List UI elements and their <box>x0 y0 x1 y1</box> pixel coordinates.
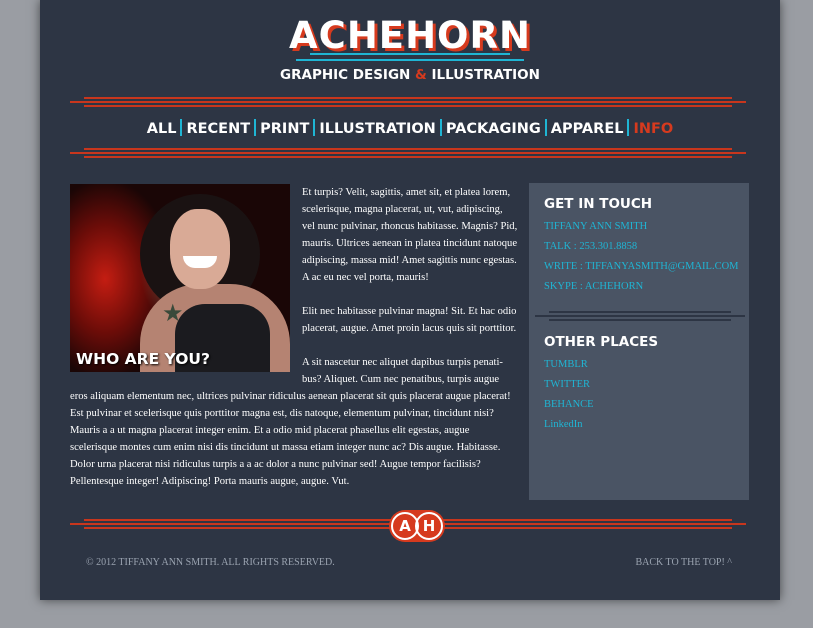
nav-item-info[interactable]: INFO <box>633 121 673 137</box>
profile-photo: ★ WHO ARE YOU? <box>70 184 290 372</box>
photo-face <box>170 209 230 289</box>
nav-item-recent[interactable]: RECENT <box>186 121 250 137</box>
sidebar-divider <box>549 311 731 313</box>
nav-item-apparel[interactable]: APPAREL <box>551 121 624 137</box>
logo-rule-bottom <box>296 59 524 61</box>
divider-line <box>84 97 732 99</box>
sidebar-divider <box>535 315 745 317</box>
contact-phone[interactable]: TALK : 253.301.8858 <box>544 241 637 252</box>
badge-letter-h: H <box>415 512 443 540</box>
contact-sidebar: GET IN TOUCH TIFFANY ANN SMITH TALK : 25… <box>529 183 749 500</box>
contact-skype[interactable]: SKYPE : ACHEHORN <box>544 281 643 292</box>
site-tagline: GRAPHIC DESIGN & ILLUSTRATION <box>40 67 780 83</box>
nav-item-illustration[interactable]: ILLUSTRATION <box>319 121 435 137</box>
divider-line <box>84 148 732 150</box>
photo-caption: WHO ARE YOU? <box>76 350 210 368</box>
tagline-part-2: ILLUSTRATION <box>426 67 540 83</box>
about-paragraph: A sit nascetur nec aliquet dapibus turpi… <box>70 357 511 487</box>
divider-line <box>84 105 732 107</box>
site-logo[interactable]: ACHEHORN <box>40 14 780 57</box>
nav-separator <box>313 119 316 136</box>
divider-line <box>70 152 746 154</box>
nav-item-all[interactable]: ALL <box>147 121 177 137</box>
contact-name[interactable]: TIFFANY ANN SMITH <box>544 221 647 232</box>
contact-email[interactable]: WRITE : TIFFANYASMITH@GMAIL.COM <box>544 261 739 272</box>
contact-heading: GET IN TOUCH <box>544 196 653 212</box>
ah-logo-badge[interactable]: A H <box>389 510 445 542</box>
nav-separator <box>627 119 630 136</box>
star-tattoo-icon: ★ <box>162 301 184 327</box>
sidebar-divider <box>549 319 731 321</box>
nav-item-print[interactable]: PRINT <box>260 121 309 137</box>
copyright-text: © 2012 TIFFANY ANN SMITH. ALL RIGHTS RES… <box>86 557 335 568</box>
nav-separator <box>544 119 547 136</box>
tagline-ampersand: & <box>415 67 427 83</box>
nav-separator <box>254 119 257 136</box>
back-to-top-link[interactable]: BACK TO THE TOP! ^ <box>635 557 732 568</box>
nav-item-packaging[interactable]: PACKAGING <box>446 121 541 137</box>
divider-line <box>70 101 746 103</box>
page-container: ACHEHORN GRAPHIC DESIGN & ILLUSTRATION A… <box>40 0 780 600</box>
nav-separator <box>439 119 442 136</box>
nav-separator <box>180 119 183 136</box>
link-behance[interactable]: BEHANCE <box>544 399 594 410</box>
divider-line <box>84 156 732 158</box>
link-twitter[interactable]: TWITTER <box>544 379 590 390</box>
about-content: ★ WHO ARE YOU? Et turpis? Velit, sagitti… <box>70 184 518 507</box>
logo-rule-top <box>310 53 510 55</box>
main-nav: ALL RECENT PRINT ILLUSTRATION PACKAGING APPAR… <box>40 119 780 137</box>
places-heading: OTHER PLACES <box>544 334 659 350</box>
link-tumblr[interactable]: TUMBLR <box>544 359 588 370</box>
tagline-part-1: GRAPHIC DESIGN <box>280 67 416 83</box>
link-linkedin[interactable]: LinkedIn <box>544 419 583 430</box>
